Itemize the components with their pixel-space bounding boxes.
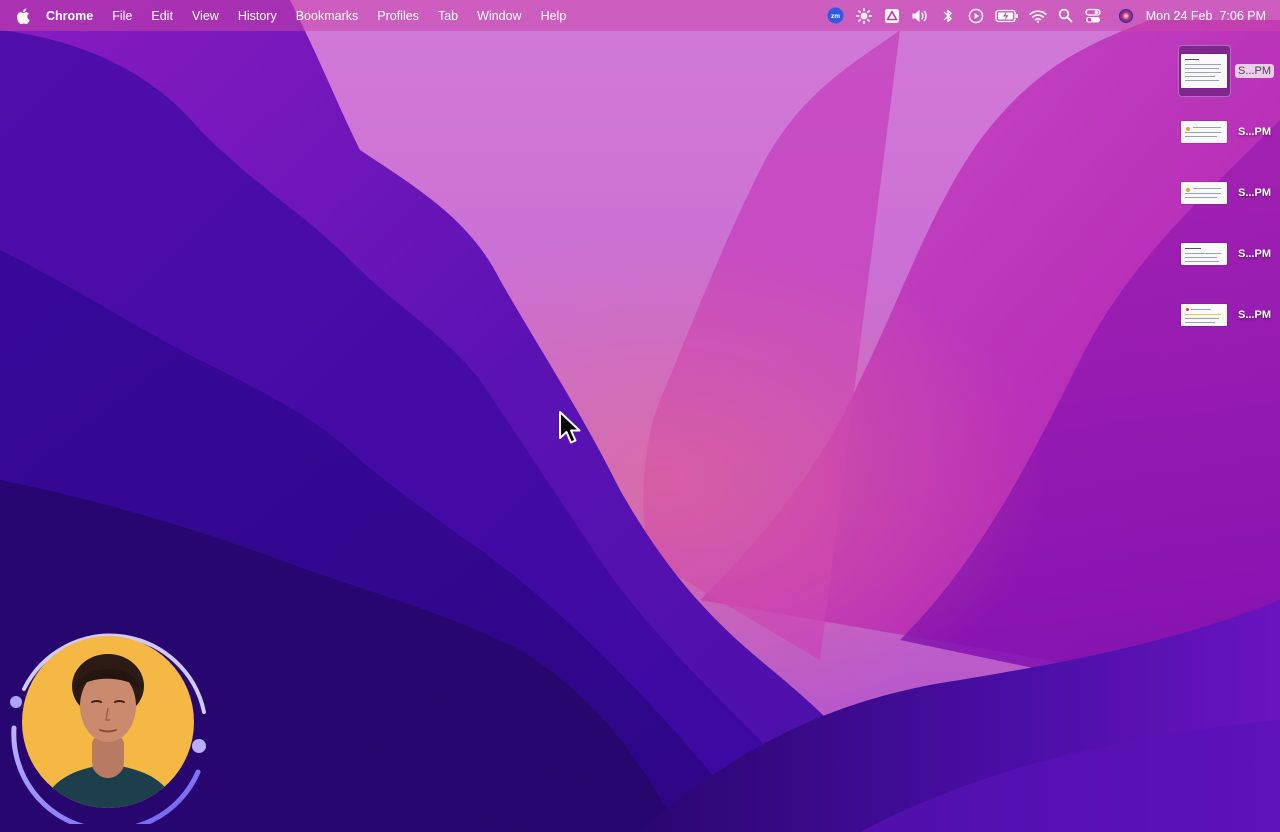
zoom-icon[interactable]: zm xyxy=(827,7,845,25)
screenshot-thumbnail-icon xyxy=(1181,303,1228,326)
file-label[interactable]: S...PM xyxy=(1234,63,1274,78)
arrow-cursor xyxy=(559,411,581,444)
menu-help[interactable]: Help xyxy=(531,9,576,23)
file-thumbnail-frame xyxy=(1178,228,1231,280)
screenshot-thumbnail-icon xyxy=(1181,242,1228,265)
screenshot-thumbnail-icon xyxy=(1181,120,1228,143)
webcam-ring-knob-right xyxy=(192,739,206,753)
file-label[interactable]: S...PM xyxy=(1235,247,1274,261)
drive-icon[interactable] xyxy=(883,7,901,25)
menu-file[interactable]: File xyxy=(103,9,142,23)
file-thumbnail-frame xyxy=(1178,106,1231,158)
file-thumbnail-frame xyxy=(1178,167,1231,219)
file-label[interactable]: S...PM xyxy=(1235,125,1274,139)
menu-view[interactable]: View xyxy=(182,9,228,23)
webcam-ring-knob-left xyxy=(10,696,22,708)
wifi-icon[interactable] xyxy=(1029,7,1047,25)
desktop-file[interactable]: S...PM xyxy=(1178,40,1274,101)
file-label[interactable]: S...PM xyxy=(1235,186,1274,200)
play-icon[interactable] xyxy=(967,7,985,25)
clock-date: Mon 24 Feb xyxy=(1145,8,1213,23)
bluetooth-icon[interactable] xyxy=(939,7,957,25)
apple-icon[interactable] xyxy=(12,7,34,24)
menu-bookmarks[interactable]: Bookmarks xyxy=(286,9,368,23)
zoom-icon-text: zm xyxy=(831,13,840,20)
siri-icon[interactable] xyxy=(1117,7,1135,25)
file-label[interactable]: S...PM xyxy=(1235,308,1274,322)
desktop-file[interactable]: S...PM xyxy=(1178,284,1274,345)
volume-icon[interactable] xyxy=(911,7,929,25)
control-center-icon[interactable] xyxy=(1085,7,1107,25)
menu-edit[interactable]: Edit xyxy=(142,9,183,23)
battery-icon[interactable] xyxy=(995,7,1019,25)
desktop-file[interactable]: S...PM xyxy=(1178,223,1274,284)
file-thumbnail-frame xyxy=(1178,289,1231,341)
spotlight-search-icon[interactable] xyxy=(1057,7,1075,25)
menu-history[interactable]: History xyxy=(228,9,286,23)
menubar-clock[interactable]: Mon 24 Feb 7:06 PM xyxy=(1146,9,1266,23)
brightness-icon[interactable] xyxy=(855,7,873,25)
app-menu-chrome[interactable]: Chrome xyxy=(44,9,103,23)
clock-time: 7:06 PM xyxy=(1219,8,1266,23)
menu-tab[interactable]: Tab xyxy=(428,9,467,23)
menu-profiles[interactable]: Profiles xyxy=(368,9,429,23)
menu-window[interactable]: Window xyxy=(468,9,531,23)
desktop-file-column: S...PM S...PM S...PM S...PM S...PM xyxy=(1178,40,1274,345)
desktop-file[interactable]: S...PM xyxy=(1178,101,1274,162)
menu-bar: Chrome File Edit View History Bookmarks … xyxy=(0,0,1280,31)
screenshot-thumbnail-icon xyxy=(1181,181,1228,204)
webcam-bubble xyxy=(10,633,206,824)
screenshot-thumbnail-icon xyxy=(1181,53,1228,88)
desktop-file[interactable]: S...PM xyxy=(1178,162,1274,223)
file-thumbnail-frame xyxy=(1178,44,1231,97)
